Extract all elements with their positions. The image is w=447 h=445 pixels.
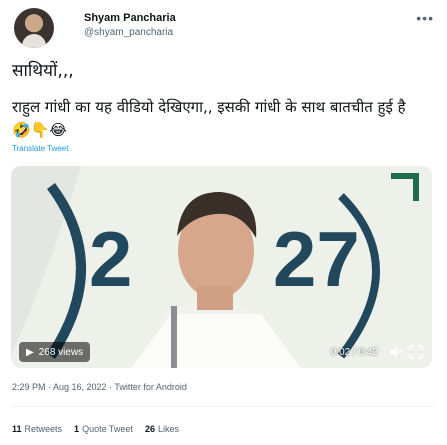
tweet-timestamp[interactable]: 2:29 PM · Aug 16, 2022 · Twitter for And… <box>12 382 187 392</box>
avatar[interactable] <box>14 8 54 48</box>
retweets-label: Retweets <box>24 424 63 434</box>
likes-count: 26 <box>144 424 155 434</box>
likes-stat[interactable]: 26 Likes <box>145 424 179 434</box>
tweet-text-line2: राहुल गांधी का यह वीडियो देखिएगा,, इसकी … <box>12 98 406 139</box>
retweets-stat[interactable]: 11 Retweets <box>12 424 62 434</box>
video-time: 0:02 / 0:42 <box>330 346 378 358</box>
tweet-header: Shyam Pancharia @shyam_pancharia ••• <box>14 8 434 48</box>
author-handle[interactable]: @shyam_pancharia <box>84 27 173 38</box>
quote-tweets-stat[interactable]: 1 Quote Tweet <box>74 424 133 434</box>
translate-tweet-link[interactable]: Translate Tweet <box>12 144 68 153</box>
backdrop-digits-right: 27 <box>273 215 360 303</box>
video-frame: 2 27 <box>11 166 432 368</box>
quote-label: Quote Tweet <box>82 424 133 434</box>
quote-count: 1 <box>74 424 80 434</box>
views-badge: ▶ 268 views <box>19 342 91 362</box>
divider <box>12 406 435 407</box>
retweets-count: 11 <box>12 424 22 434</box>
views-count: 268 views <box>38 346 84 358</box>
likes-label: Likes <box>157 424 179 434</box>
tweet-stats: 11 Retweets 1 Quote Tweet 26 Likes <box>12 424 179 434</box>
author-name[interactable]: Shyam Pancharia <box>84 12 176 24</box>
tweet-text-line1: साथियों,,, <box>12 61 74 81</box>
more-icon[interactable]: ••• <box>416 10 434 26</box>
volume-icon[interactable] <box>388 344 404 360</box>
backdrop-digits-left: 2 <box>89 215 132 303</box>
play-icon[interactable]: ▶ <box>26 347 34 358</box>
fullscreen-icon[interactable] <box>408 344 424 360</box>
video-player[interactable]: 2 27 ▶ 268 views 0:02 / 0:42 <box>11 166 432 368</box>
